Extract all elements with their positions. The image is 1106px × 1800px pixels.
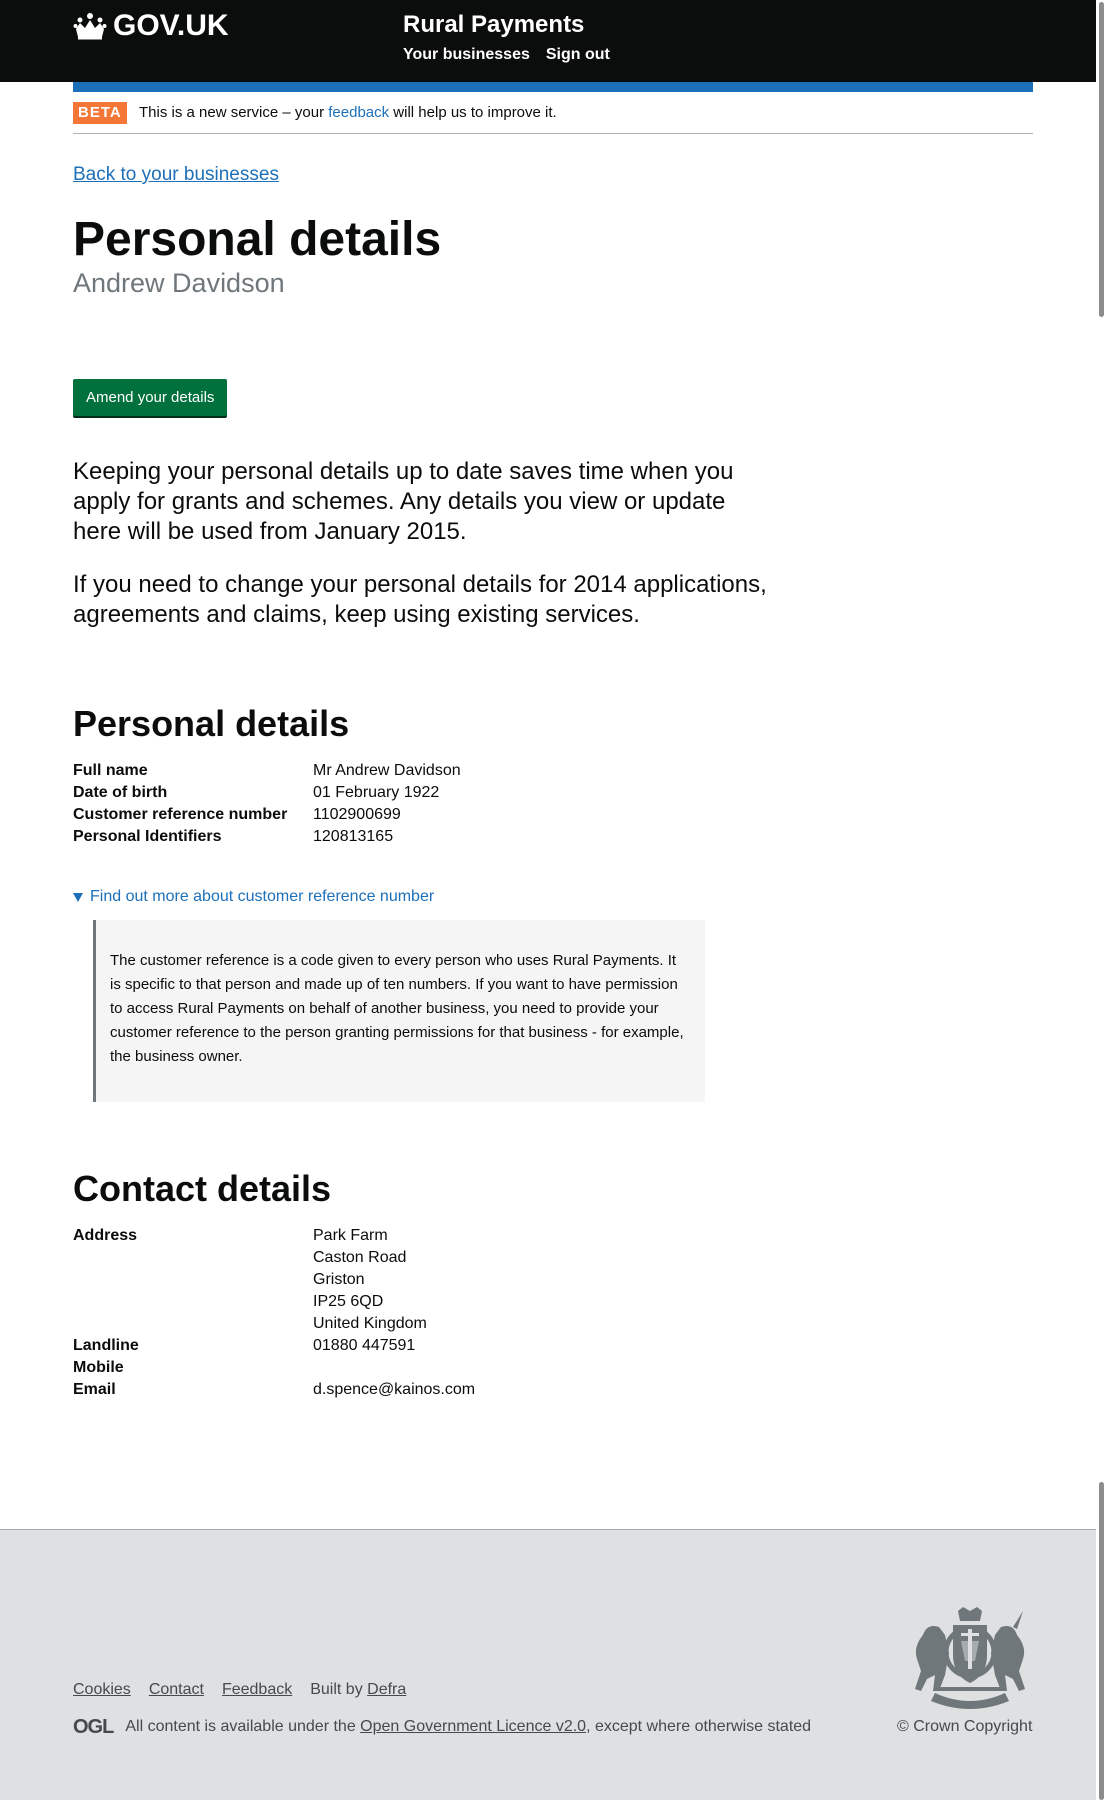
built-by: Built by Defra: [310, 1679, 406, 1701]
nav-your-businesses[interactable]: Your businesses: [403, 45, 530, 65]
address-line-3: Griston: [313, 1271, 365, 1288]
feedback-link[interactable]: feedback: [328, 104, 389, 121]
vertical-scrollbar[interactable]: [1096, 0, 1106, 1800]
email-value: d.spence@kainos.com: [313, 1381, 476, 1398]
date-of-birth-value: 01 February 1922: [313, 784, 440, 801]
address-line-2: Caston Road: [313, 1249, 407, 1266]
customer-reference-label: Customer reference number: [73, 806, 288, 823]
address-line-5: United Kingdom: [313, 1315, 427, 1332]
address-value: Park Farm Caston Road Griston IP25 6QD U…: [313, 1225, 673, 1335]
licence-link[interactable]: Open Government Licence v2.0: [360, 1718, 586, 1735]
personal-identifiers-row: Personal Identifiers 120813165: [73, 826, 673, 848]
landline-row: Landline 01880 447591: [73, 1335, 673, 1357]
ogl-logo-icon: OGL: [73, 1716, 114, 1738]
crown-copyright[interactable]: © Crown Copyright: [897, 1716, 1032, 1738]
address-label: Address: [73, 1227, 138, 1244]
licence-statement: OGL All content is available under the O…: [73, 1716, 811, 1738]
personal-details-list: Full name Mr Andrew Davidson Date of bir…: [73, 760, 673, 848]
phase-message-after: will help us to improve it.: [389, 104, 557, 121]
phase-message: This is a new service – your feedback wi…: [139, 103, 557, 123]
licence-text-after: , except where otherwise stated: [586, 1718, 812, 1735]
header-accent-bar: [73, 82, 1033, 92]
scrollbar-thumb[interactable]: [1099, 2, 1104, 317]
customer-reference-row: Customer reference number 1102900699: [73, 804, 673, 826]
mobile-value: [313, 1357, 673, 1379]
licence-text: All content is available under the Open …: [125, 1716, 811, 1738]
govuk-logo-link[interactable]: GOV.UK: [73, 9, 229, 43]
mobile-label: Mobile: [73, 1359, 124, 1376]
footer-link-cookies[interactable]: Cookies: [73, 1679, 131, 1701]
lead-paragraph-1: Keeping your personal details up to date…: [73, 458, 734, 545]
phase-message-before: This is a new service – your: [139, 104, 329, 121]
back-link[interactable]: Back to your businesses: [73, 163, 279, 187]
landline-label: Landline: [73, 1337, 139, 1354]
customer-reference-details-toggle[interactable]: Find out more about customer reference n…: [73, 886, 434, 908]
details-summary-text: Find out more about customer reference n…: [90, 888, 435, 905]
crown-icon: [73, 13, 107, 40]
scrollbar-thumb-lower[interactable]: [1099, 1482, 1104, 1800]
licence-text-before: All content is available under the: [125, 1718, 361, 1735]
built-by-text: Built by: [310, 1681, 368, 1698]
service-name[interactable]: Rural Payments: [403, 10, 584, 40]
contact-details-list: Address Park Farm Caston Road Griston IP…: [73, 1225, 673, 1401]
footer-link-defra[interactable]: Defra: [367, 1681, 406, 1698]
mobile-row: Mobile: [73, 1357, 673, 1379]
landline-value: 01880 447591: [313, 1337, 416, 1354]
personal-identifiers-value: 120813165: [313, 828, 394, 845]
full-name-row: Full name Mr Andrew Davidson: [73, 760, 673, 782]
site-header: GOV.UK Rural Payments Your businesses Si…: [0, 0, 1106, 82]
header-nav: Your businesses Sign out: [403, 45, 610, 65]
contact-details-heading: Contact details: [73, 1168, 332, 1209]
full-name-label: Full name: [73, 762, 148, 779]
triangle-down-icon: [73, 892, 83, 902]
customer-reference-details-panel: The customer reference is a code given t…: [93, 920, 705, 1102]
logo-text: GOV.UK: [113, 9, 229, 42]
personal-details-heading: Personal details: [73, 703, 350, 744]
footer-links: Cookies Contact Feedback Built by Defra: [73, 1679, 406, 1701]
address-row: Address Park Farm Caston Road Griston IP…: [73, 1225, 673, 1335]
footer-link-feedback[interactable]: Feedback: [222, 1679, 292, 1701]
page-title: Personal details: [73, 213, 442, 266]
beta-tag: BETA: [73, 102, 127, 124]
lead-paragraph-2: If you need to change your personal deta…: [73, 571, 767, 628]
amend-details-button[interactable]: Amend your details: [73, 379, 228, 416]
phase-banner: BETA This is a new service – your feedba…: [73, 92, 1033, 134]
email-label: Email: [73, 1381, 116, 1398]
footer-link-contact[interactable]: Contact: [149, 1679, 204, 1701]
personal-identifiers-label: Personal Identifiers: [73, 828, 222, 845]
customer-reference-value: 1102900699: [313, 806, 401, 823]
email-row: Email d.spence@kainos.com: [73, 1379, 673, 1401]
royal-coat-of-arms-icon: [915, 1607, 1025, 1709]
site-footer: Cookies Contact Feedback Built by Defra …: [0, 1529, 1106, 1800]
address-line-4: IP25 6QD: [313, 1293, 384, 1310]
date-of-birth-row: Date of birth 01 February 1922: [73, 782, 673, 804]
nav-sign-out[interactable]: Sign out: [546, 45, 610, 65]
full-name-value: Mr Andrew Davidson: [313, 762, 461, 779]
date-of-birth-label: Date of birth: [73, 784, 168, 801]
page-caption: Andrew Davidson: [73, 268, 285, 298]
address-line-1: Park Farm: [313, 1227, 388, 1244]
